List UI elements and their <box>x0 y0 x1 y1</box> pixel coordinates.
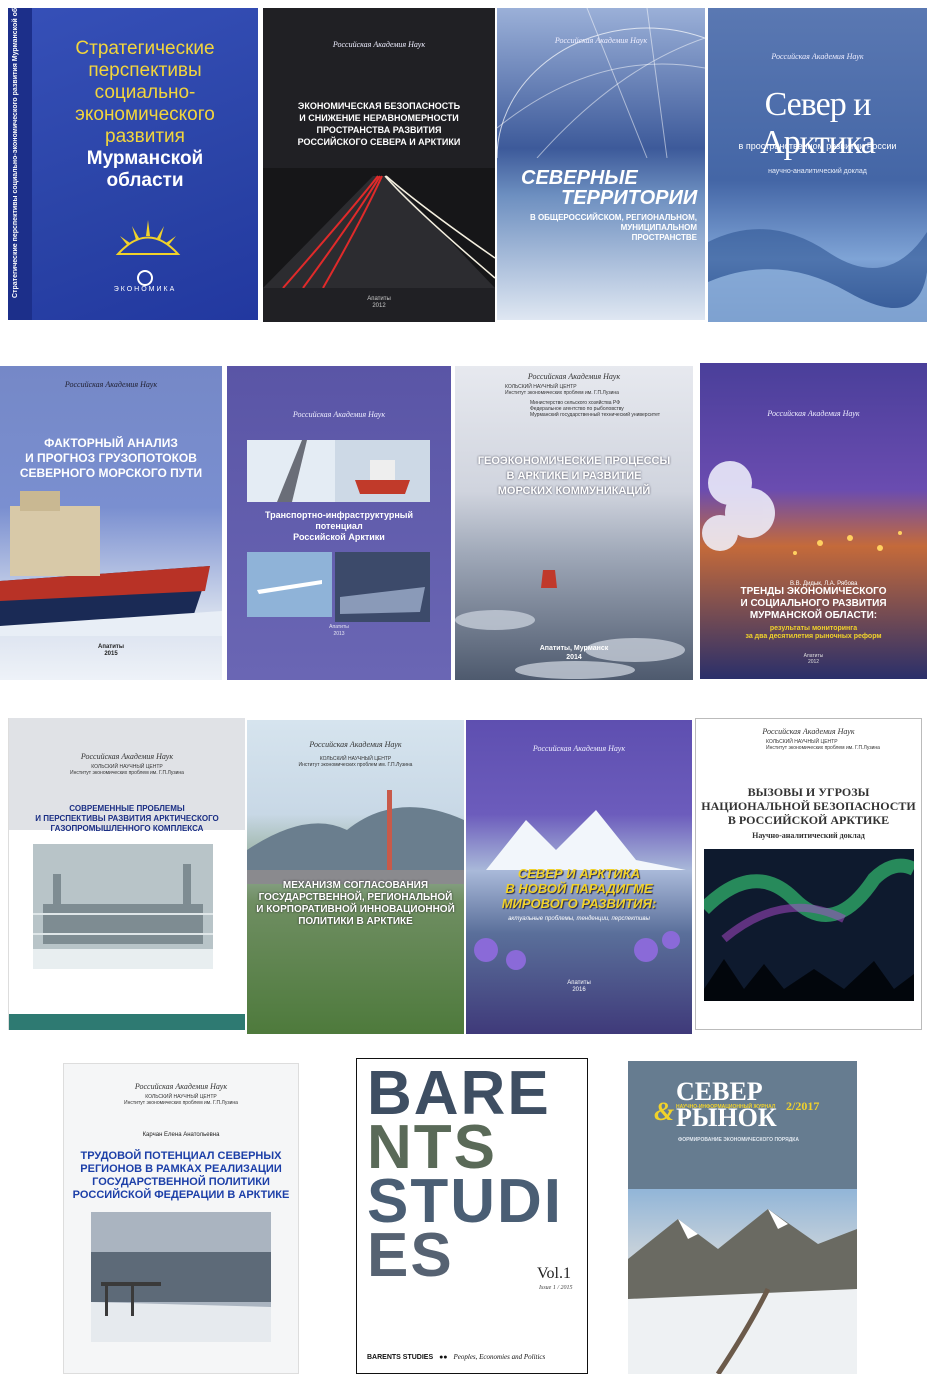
aurora-photo <box>704 849 914 1001</box>
book-cover-transport-infrastructure[interactable]: Российская Академия Наук Транспортно-инф… <box>227 366 451 680</box>
cover-title: Транспортно-инфраструктурный потенциал Рос… <box>264 510 414 542</box>
imprint: Апатиты 2016 <box>567 980 591 993</box>
globe-grid-graphic <box>497 8 705 158</box>
cover-title: СОВРЕМЕННЫЕ ПРОБЛЕМЫ И ПЕРСПЕКТИВЫ РАЗВИТ… <box>35 804 219 833</box>
cover-note: научно-аналитический доклад <box>768 168 867 175</box>
harbor-photo <box>91 1212 271 1342</box>
book-cover-factor-analysis[interactable]: Российская Академия Наук ФАКТОРНЫЙ АНАЛИ… <box>0 366 222 680</box>
book-cover-economic-trends[interactable]: Российская Академия Наук В.В. Дидык, Л.А… <box>700 363 927 679</box>
cover-big-title: BARE NTS STUDI ES <box>367 1059 563 1290</box>
night-highway-photo <box>263 168 495 288</box>
publisher-header: Российская Академия Наук <box>762 727 855 736</box>
cover-subtitle: актуальные проблемы, тенденции, перспект… <box>508 916 650 922</box>
frosty-tree-night-photo <box>702 461 902 555</box>
publisher-header: Российская Академия Наук <box>134 1082 228 1091</box>
publisher-header: Российская Академия Наук <box>332 40 426 49</box>
publisher-header: Российская Академия Наук <box>532 744 626 753</box>
book-cover-north-and-market[interactable]: СЕВЕР & РЫНОК НАУЧНО-ИНФОРМАЦИОННЫЙ ЖУРНА… <box>628 1061 857 1374</box>
footer-title: BARENTS STUDIES ●● Peoples, Economies an… <box>367 1353 546 1361</box>
ministry-lines: Министерство сельского хозяйства РФ Федер… <box>530 400 661 418</box>
publisher-header: Российская Академия Наук <box>309 740 402 749</box>
cover-title: СЕВЕР И АРКТИКА В НОВОЙ ПАРАДИГМЕ МИРОВОГО… <box>501 866 657 911</box>
org-lines: КОЛЬСКИЙ НАУЧНЫЙ ЦЕНТР Институт экономиче… <box>766 739 880 751</box>
journal-type: НАУЧНО-ИНФОРМАЦИОННЫЙ ЖУРНАЛ <box>676 1104 776 1110</box>
imprint: Апатиты, Мурманск 2014 <box>539 645 609 661</box>
icebreaker-ship-photo <box>0 491 222 636</box>
cover-subtitle: В ОБЩЕРОССИЙСКОМ, РЕГИОНАЛЬНОМ, МУНИЦИПАЛ… <box>529 213 697 242</box>
publisher-logo: ЭКОНОМИКА <box>32 270 258 293</box>
publisher-icon <box>137 270 153 286</box>
imprint: Апатиты 2012 <box>367 296 391 309</box>
org-lines: КОЛЬСКИЙ НАУЧНЫЙ ЦЕНТР Институт экономиче… <box>70 764 184 776</box>
snow-dunes-photo <box>708 229 927 322</box>
cover-author: Карчан Елена Анатольевна <box>142 1132 220 1138</box>
book-cover-labor-potential[interactable]: Российская Академия Наук КОЛЬСКИЙ НАУЧНЫ… <box>63 1063 299 1374</box>
book-cover-economic-security[interactable]: Российская Академия Наук ЭКОНОМИЧЕСКАЯ Б… <box>263 8 495 322</box>
airplane-photo <box>247 552 332 617</box>
book-cover-north-and-arctic[interactable]: Российская Академия Наук Север и Арктика… <box>708 8 927 322</box>
org-lines: КОЛЬСКИЙ НАУЧНЫЙ ЦЕНТР Институт экономиче… <box>298 756 413 768</box>
cover-title: МЕХАНИЗМ СОГЛАСОВАНИЯ ГОСУДАРСТВЕННОЙ, РЕ… <box>256 880 455 927</box>
book-cover-gas-industry[interactable]: Российская Академия Наук КОЛЬСКИЙ НАУЧНЫ… <box>8 718 245 1030</box>
book-spine: Стратегические перспективы социально-эко… <box>8 8 32 320</box>
cover-title: ЭКОНОМИЧЕСКАЯ БЕЗОПАСНОСТЬ И СНИЖЕНИЕ НЕР… <box>297 101 461 147</box>
imprint: Апатиты 2012 <box>803 653 824 665</box>
publisher-header: Российская Академия Наук <box>767 409 860 418</box>
cover-subtitle: результаты мониторинга за два десятилетия… <box>745 625 882 640</box>
publisher-header: Российская Академия Наук <box>292 410 386 419</box>
cover-title: ВЫЗОВЫ И УГРОЗЫ НАЦИОНАЛЬНОЙ БЕЗОПАСНОСТИ… <box>701 785 916 827</box>
imprint: Апатиты 2013 <box>329 624 349 637</box>
book-cover-geoeconomic-processes[interactable]: Российская Академия Наук КОЛЬСКИЙ НАУЧНЫ… <box>455 366 693 680</box>
cover-title: ТРУДОВОЙ ПОТЕНЦИАЛ СЕВЕРНЫХ РЕГИОНОВ В РА… <box>72 1150 290 1201</box>
journal-tagline: ФОРМИРОВАНИЕ ЭКОНОМИЧЕСКОГО ПОРЯДКА <box>678 1137 799 1143</box>
book-cover-strategic-perspectives[interactable]: Стратегические перспективы социально-эко… <box>8 8 258 320</box>
railway-photo <box>247 440 342 502</box>
book-cover-northern-territories[interactable]: Российская Академия Наук СЕВЕРНЫЕ ТЕРРИТО… <box>497 8 705 320</box>
publisher-header: Российская Академия Наук <box>554 36 648 45</box>
gas-plant-photo <box>33 844 213 969</box>
cover-title: ФАКТОРНЫЙ АНАЛИЗ И ПРОГНОЗ ГРУЗОПОТОКОВ СЕ… <box>19 436 203 480</box>
publisher-header: Российская Академия Наук <box>771 52 864 61</box>
ship-photo <box>335 552 430 622</box>
icebreaker-photo <box>335 440 430 502</box>
imprint: Апатиты 2015 <box>98 644 124 657</box>
org-lines: КОЛЬСКИЙ НАУЧНЫЙ ЦЕНТР Институт экономиче… <box>124 1094 238 1106</box>
spine-title: Стратегические перспективы социально-эко… <box>12 8 19 298</box>
cover-title: СЕВЕРНЫЕ ТЕРРИТОРИИ <box>521 167 698 209</box>
mountain-valley-photo <box>628 1209 857 1374</box>
cover-title: Стратегические перспективы социально- эк… <box>75 38 215 191</box>
book-cover-security-threats[interactable]: Российская Академия Наук КОЛЬСКИЙ НАУЧНЫ… <box>695 718 922 1030</box>
publisher-header: Российская Академия Наук <box>80 752 174 761</box>
dots-icon: ●● <box>439 1354 448 1361</box>
cover-title: ГЕОЭКОНОМИЧЕСКИЕ ПРОЦЕССЫ В АРКТИКЕ И РАЗ… <box>477 455 671 497</box>
book-cover-north-arctic-paradigm[interactable]: Российская Академия Наук СЕВЕР И АРКТИКА… <box>466 720 692 1034</box>
cover-title: ТРЕНДЫ ЭКОНОМИЧЕСКОГО И СОЦИАЛЬНОГО РАЗВИ… <box>740 586 887 621</box>
book-cover-barents-studies[interactable]: BARE NTS STUDI ES Vol.1 Issue 1 / 2015 B… <box>356 1058 588 1374</box>
book-cover-innovation-policy[interactable]: Российская Академия Наук КОЛЬСКИЙ НАУЧНЫ… <box>247 720 464 1034</box>
sunrise-emblem <box>115 220 181 255</box>
publisher-header: Российская Академия Наук <box>527 372 621 381</box>
org-lines: КОЛЬСКИЙ НАУЧНЫЙ ЦЕНТР Институт экономиче… <box>505 384 619 396</box>
cover-note: Научно-аналитический доклад <box>752 831 865 840</box>
cover-subtitle: в пространственном развитии России <box>738 141 897 151</box>
issue-label: Issue 1 / 2015 <box>539 1285 573 1291</box>
issue-number: 2/2017 <box>786 1099 820 1113</box>
volume-label: Vol.1 <box>537 1265 571 1282</box>
publisher-header: Российская Академия Наук <box>64 380 158 389</box>
